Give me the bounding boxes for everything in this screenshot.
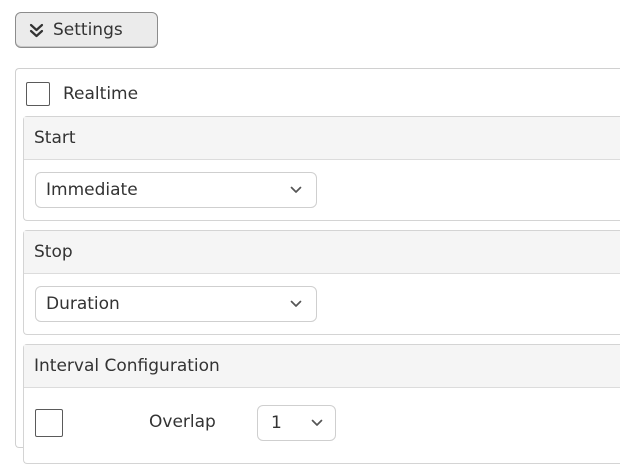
chevron-down-icon	[290, 300, 302, 308]
settings-panel: Realtime Start Immediate Stop Duration I…	[15, 68, 620, 464]
stop-select-value: Duration	[46, 294, 120, 314]
chevron-down-icon	[290, 186, 302, 194]
overlap-label: Overlap	[149, 412, 216, 432]
interval-configuration-group: Interval Configuration Overlap 1	[23, 344, 620, 464]
start-select-value: Immediate	[46, 180, 138, 200]
start-select[interactable]: Immediate	[35, 172, 317, 208]
stop-group: Stop Duration	[23, 230, 620, 335]
realtime-checkbox[interactable]	[26, 82, 50, 106]
stop-heading: Stop	[24, 231, 620, 274]
settings-button-label: Settings	[53, 20, 123, 40]
realtime-row: Realtime	[26, 81, 138, 107]
overlap-select-value: 1	[271, 413, 282, 433]
double-chevron-down-icon	[28, 22, 45, 39]
stop-select[interactable]: Duration	[35, 286, 317, 322]
realtime-label: Realtime	[63, 84, 139, 104]
interval-configuration-heading: Interval Configuration	[24, 345, 620, 388]
chevron-down-icon	[311, 419, 323, 427]
overlap-checkbox[interactable]	[35, 409, 63, 437]
settings-toggle-button[interactable]: Settings	[15, 12, 158, 48]
overlap-select[interactable]: 1	[257, 405, 336, 441]
start-heading: Start	[24, 117, 620, 160]
start-group: Start Immediate	[23, 116, 620, 221]
